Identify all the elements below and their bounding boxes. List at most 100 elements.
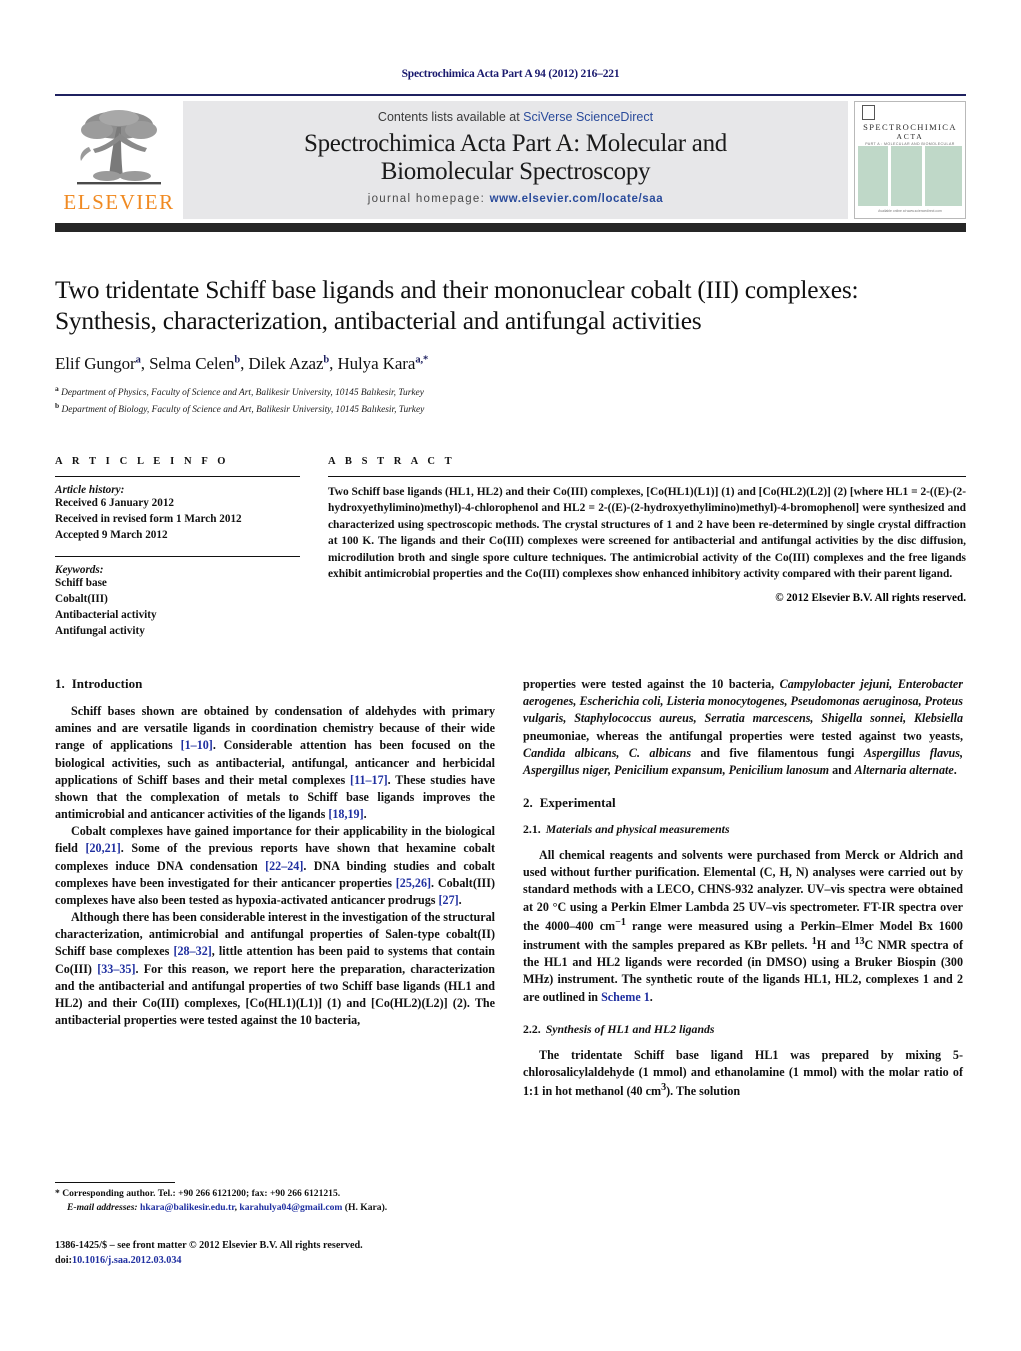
subsection-title: Synthesis of HL1 and HL2 ligands (545, 1021, 715, 1036)
masthead-bottom-bar (55, 223, 966, 232)
affiliation-marker: b (55, 400, 60, 410)
superscript: 13 (854, 935, 865, 947)
citation-ref[interactable]: [25,26] (396, 876, 431, 890)
affiliation-item: a Department of Physics, Faculty of Scie… (55, 384, 966, 401)
article-title-line1: Two tridentate Schiff base ligands and t… (55, 275, 859, 304)
doi-value-link[interactable]: 10.1016/j.saa.2012.03.034 (72, 1255, 182, 1266)
text-run: , complexes (858, 972, 923, 987)
citation-ref[interactable]: [20,21] (85, 841, 120, 855)
elsevier-logo: ELSEVIER (55, 101, 183, 219)
history-item: Accepted 9 March 2012 (55, 528, 168, 541)
journal-homepage-line: journal homepage: www.elsevier.com/locat… (193, 193, 838, 205)
info-abstract-row: A R T I C L E I N F O Article history: R… (55, 456, 966, 640)
author-list: Elif Gungora, Selma Celenb, Dilek Azazb,… (55, 354, 429, 374)
keywords-label: Keywords: (55, 564, 104, 577)
journal-title: Spectrochimica Acta Part A: Molecular an… (193, 130, 838, 186)
citation-ref[interactable]: [18,19] (328, 807, 363, 821)
text-run: ). The solution (666, 1084, 741, 1099)
text-run: ) and [Co(HL2)(L2)] ( (337, 995, 457, 1010)
keyword-item: Cobalt(III) (55, 593, 108, 606)
author-name: Selma Celen (149, 354, 235, 374)
ligand-label: HL1 (448, 978, 472, 993)
journal-band: Contents lists available at SciVerse Sci… (183, 101, 848, 219)
text-run: and (567, 955, 597, 970)
sciencedirect-link[interactable]: SciVerse ScienceDirect (523, 110, 653, 124)
doi-line: doi:10.1016/j.saa.2012.03.034 (55, 1253, 515, 1268)
history-item: Received in revised form 1 March 2012 (55, 512, 242, 525)
email-link-2[interactable]: karahulya04@gmail.com (239, 1202, 342, 1213)
subsection-title: Materials and physical measurements (545, 822, 730, 837)
cover-green-panel (858, 146, 962, 206)
homepage-prefix: journal homepage: (367, 193, 486, 205)
email-label: E-mail addresses: (67, 1201, 138, 1213)
intro-paragraph-3: Although there has been considerable int… (55, 909, 495, 1029)
email-person: (H. Kara). (342, 1201, 388, 1213)
issn-copyright-line: 1386-1425/$ – see front matter © 2012 El… (55, 1240, 363, 1251)
cover-title-line2: ACTA (896, 132, 924, 141)
text-run: pneumoniae, whereas the antifungal prope… (523, 728, 963, 743)
corresponding-author-text: Corresponding author. Tel.: +90 266 6121… (59, 1188, 341, 1199)
text-run: and (829, 762, 855, 777)
section-number: 1. (55, 676, 65, 692)
cover-publisher-mark-icon (862, 105, 875, 120)
article-info-heading: A R T I C L E I N F O (55, 455, 230, 467)
ligand-label: HL1 (804, 972, 828, 987)
affiliation-list: a Department of Physics, Faculty of Scie… (55, 384, 966, 418)
cover-top-band: SPECTROCHIMICA ACTA PART A : MOLECULAR A… (855, 105, 965, 150)
ligand-label: HL2 (834, 972, 859, 987)
text-run: properties were tested against the 10 ba… (523, 677, 780, 692)
section-heading-experimental: 2. Experimental (523, 795, 963, 811)
text-run: H and (816, 938, 855, 953)
email-link-1[interactable]: hkara@balikesir.edu.tr (140, 1202, 235, 1213)
ligand-label: HL2 (55, 995, 79, 1010)
imprint-block: 1386-1425/$ – see front matter © 2012 El… (55, 1238, 515, 1269)
abstract-heading: A B S T R A C T (328, 455, 456, 467)
homepage-url-link[interactable]: www.elsevier.com/locate/saa (490, 193, 664, 205)
author-name: Elif Gungor (55, 354, 136, 374)
subsection-heading-synthesis: 2.2. Synthesis of HL1 and HL2 ligands (523, 1022, 963, 1037)
title-block: Two tridentate Schiff base ligands and t… (55, 274, 966, 418)
text-run: are outlined in (523, 989, 602, 1004)
text-run: ) and their Co(III) complexes, [Co(HL1)(… (78, 995, 332, 1010)
scheme-link[interactable]: Scheme 1 (601, 990, 650, 1004)
citation-ref[interactable]: [28–32] (173, 944, 211, 958)
citation-ref[interactable]: [27] (439, 893, 459, 907)
body-column-right: properties were tested against the 10 ba… (523, 676, 963, 1100)
affiliation-item: b Department of Biology, Faculty of Scie… (55, 401, 966, 418)
page-title: Two tridentate Schiff base ligands and t… (55, 274, 966, 336)
cover-footer: Available online at www.sciencedirect.co… (858, 206, 962, 218)
text-run: The tridentate Schiff base ligand (539, 1047, 755, 1062)
ligand-label: HL2 (596, 955, 621, 970)
article-info-rule (55, 475, 300, 477)
text-run: . (458, 892, 462, 907)
complex-number: 2 (956, 972, 963, 987)
cover-slot-left (888, 146, 891, 206)
text-run: . (953, 762, 957, 777)
text-run: and (471, 978, 496, 993)
intro-paragraph-3-cont: properties were tested against the 10 ba… (523, 676, 963, 779)
ligand-label: HL1 (754, 1047, 779, 1062)
subsection-heading-materials: 2.1. Materials and physical measurements (523, 822, 963, 837)
section-number: 2. (523, 795, 533, 811)
text-run: , (827, 972, 835, 987)
cover-slot-right (922, 146, 925, 206)
citation-ref[interactable]: [1–10] (181, 738, 213, 752)
subsection-number: 2.2. (523, 1021, 541, 1036)
affiliation-marker: a (55, 384, 59, 394)
abstract-column: A B S T R A C T Two Schiff base ligands … (328, 456, 966, 640)
citation-ref[interactable]: [11–17] (350, 773, 388, 787)
author-name: Hulya Kara (337, 354, 416, 374)
cover-title-line1: SPECTROCHIMICA (863, 122, 957, 132)
intro-paragraph-2: Cobalt complexes have gained importance … (55, 823, 495, 909)
organism-names: Alternaria alternate (854, 762, 954, 777)
citation-ref[interactable]: [33–35] (97, 962, 135, 976)
citation-ref[interactable]: [22–24] (265, 859, 303, 873)
masthead: ELSEVIER Contents lists available at Sci… (55, 94, 966, 219)
elsevier-wordmark: ELSEVIER (63, 190, 175, 214)
masthead-top-rule (55, 94, 966, 96)
author-name: Dilek Azaz (248, 354, 324, 374)
footnote-block: * Corresponding author. Tel.: +90 266 61… (55, 1182, 495, 1214)
text-run: and (928, 972, 957, 987)
footnote-rule (55, 1182, 175, 1183)
ligand-label: HL1 (543, 955, 568, 970)
